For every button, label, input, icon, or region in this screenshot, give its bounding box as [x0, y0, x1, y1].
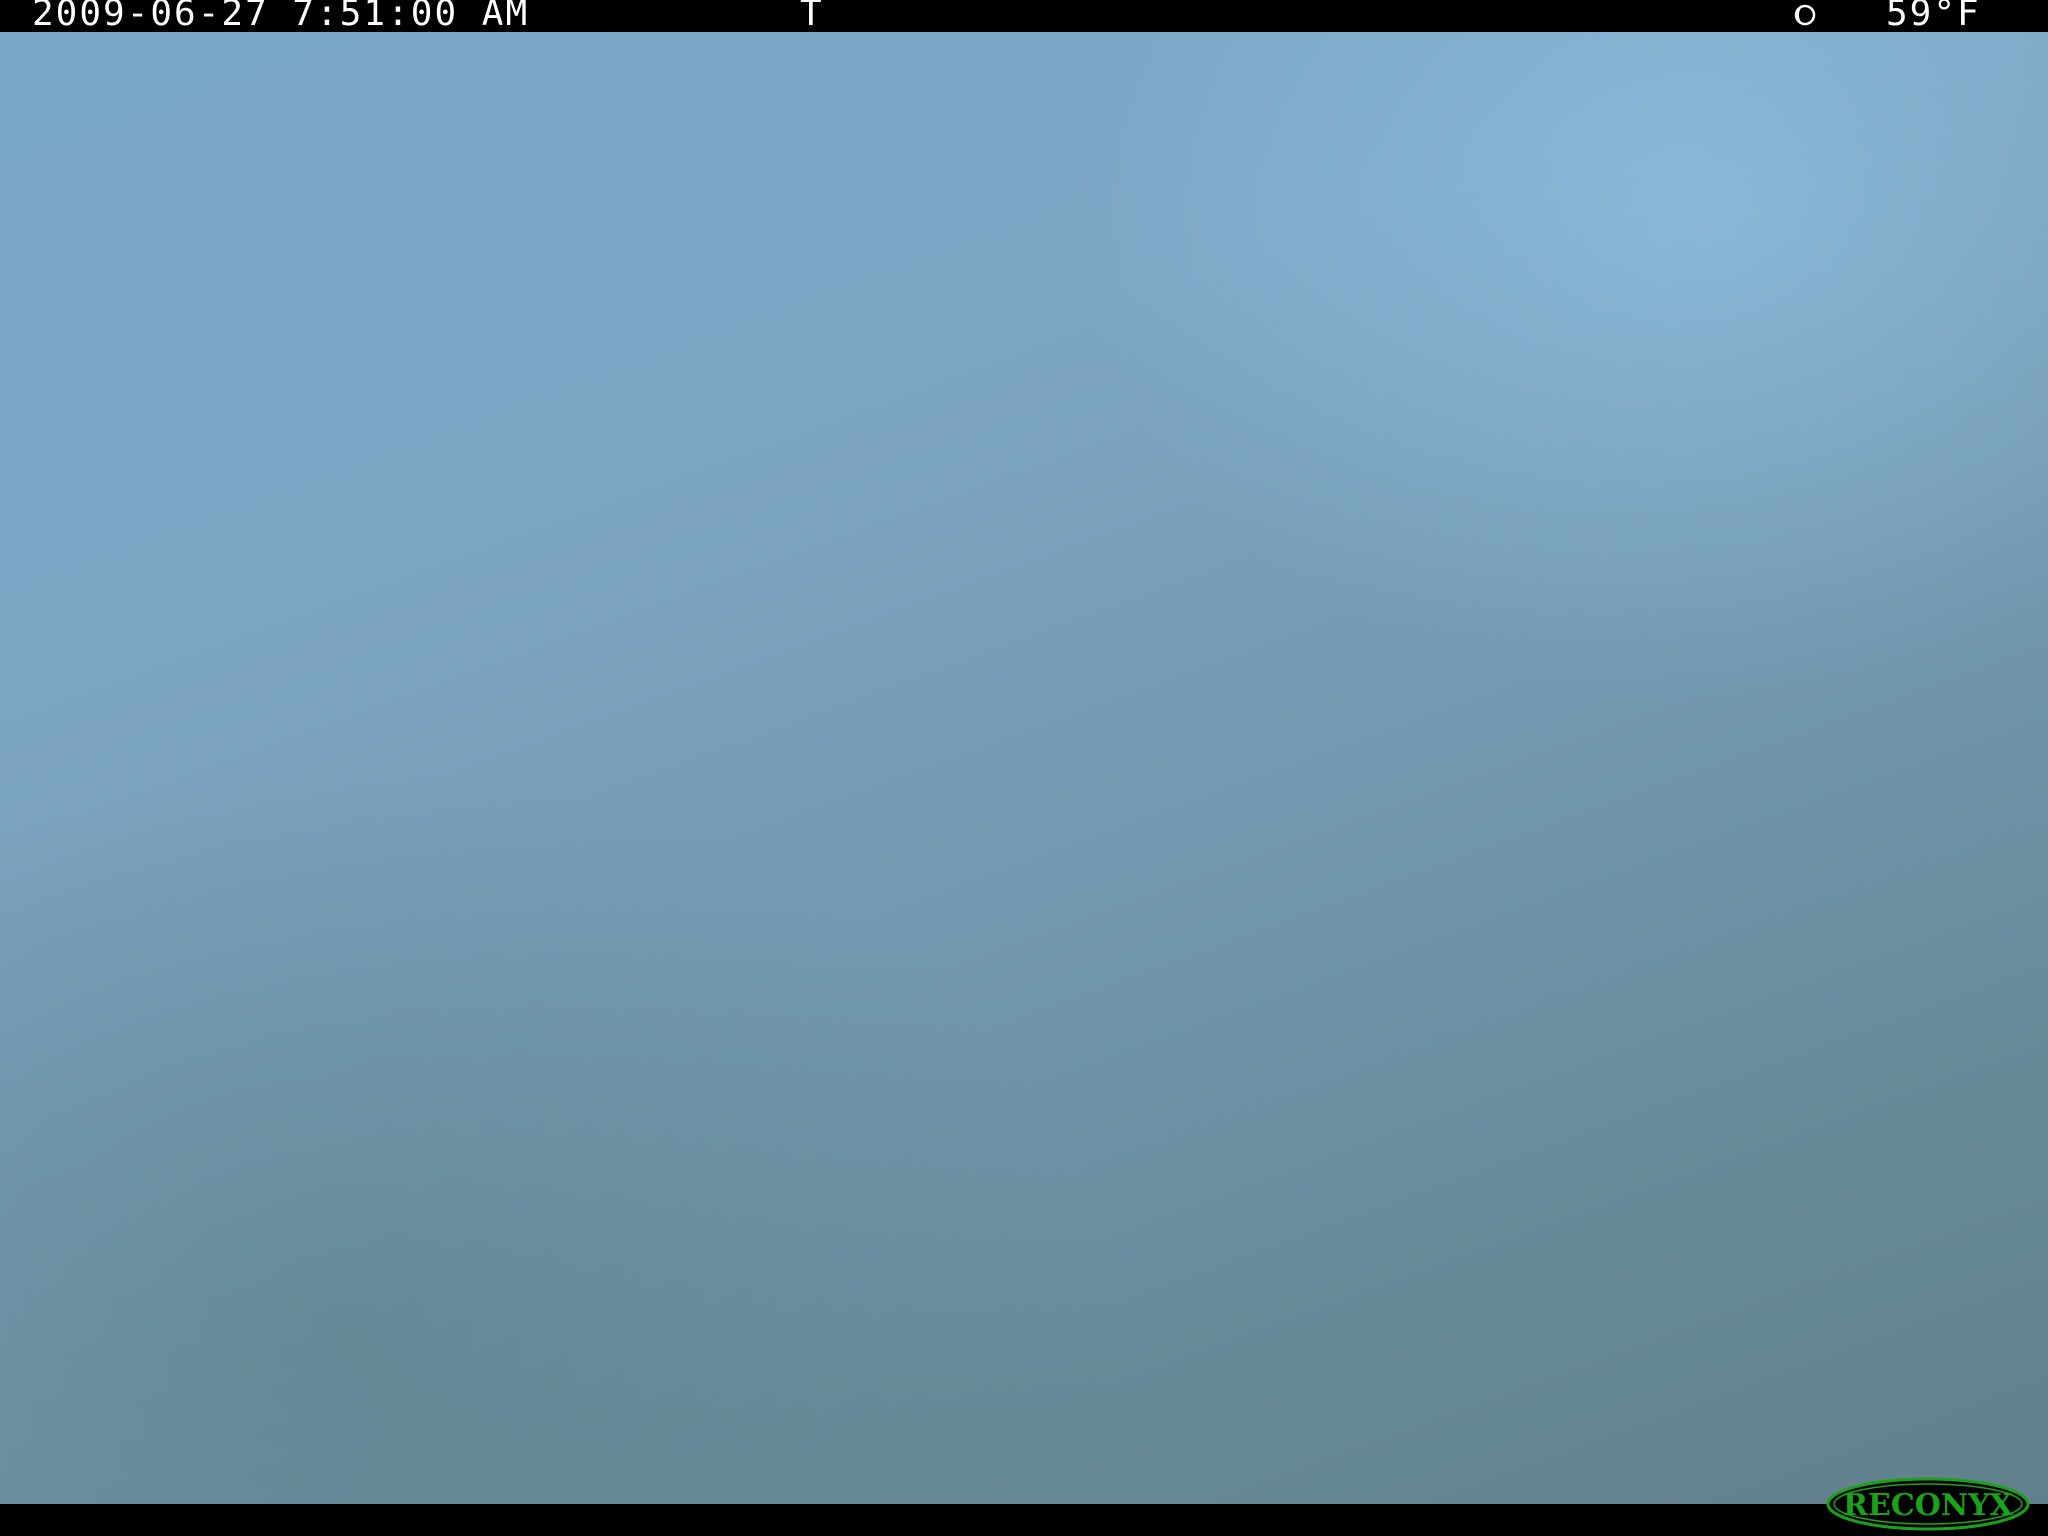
trigger-code-label: T	[800, 0, 824, 34]
reconyx-logo-text: RECONYX	[1843, 1488, 2014, 1523]
reconyx-logo: RECONYX	[1826, 1477, 2030, 1531]
sky-scene	[0, 32, 2048, 1504]
timestamp-label: 2009-06-27 7:51:00 AM	[32, 0, 530, 34]
info-strip-bottom	[0, 1504, 2048, 1536]
temperature-label: 59°F	[1886, 0, 1981, 34]
info-strip-top: 2009-06-27 7:51:00 AM T 59°F	[0, 0, 2048, 32]
trail-camera-frame: 2009-06-27 7:51:00 AM T 59°F RECONYX	[0, 0, 2048, 1536]
moon-phase-icon	[1794, 4, 1816, 26]
